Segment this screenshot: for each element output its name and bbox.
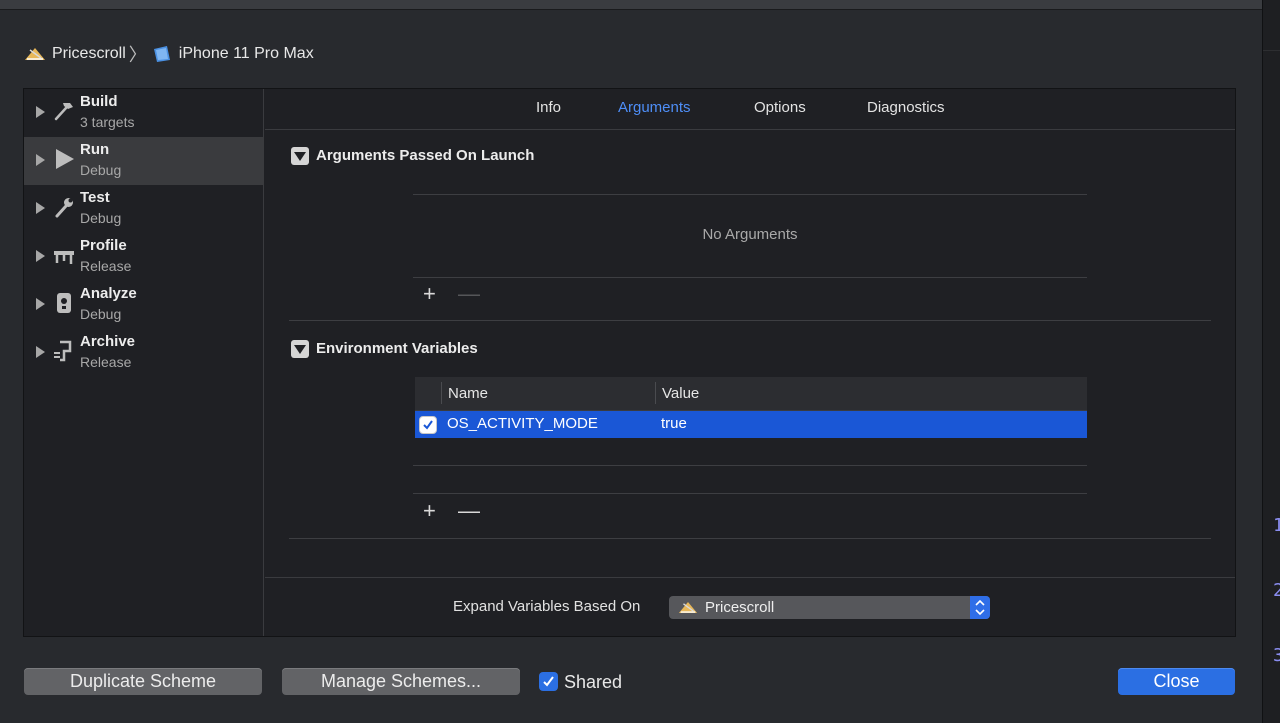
window-top-strip xyxy=(0,0,1262,10)
sidebar-item-title: Build xyxy=(80,93,118,110)
collapse-env-toggle[interactable] xyxy=(291,340,309,358)
line-number: 1 xyxy=(1273,515,1280,536)
env-section-title: Environment Variables xyxy=(316,340,478,357)
expand-variables-popup[interactable]: Pricescroll xyxy=(669,596,990,619)
sidebar-item-subtitle: Release xyxy=(80,354,132,370)
sidebar-item-build[interactable]: Build 3 targets xyxy=(24,89,264,137)
breadcrumb: Pricescroll 〉 iPhone 11 Pro Max xyxy=(24,43,314,65)
sidebar-item-title: Profile xyxy=(80,237,127,254)
divider xyxy=(413,277,1087,278)
wrench-icon xyxy=(55,198,73,218)
line-number: 3 xyxy=(1273,645,1280,666)
manage-schemes-button[interactable]: Manage Schemes... xyxy=(282,668,520,695)
shared-checkbox[interactable] xyxy=(539,672,558,691)
app-icon xyxy=(25,48,45,60)
expand-variables-value: Pricescroll xyxy=(705,599,775,616)
scheme-run-settings: Info Arguments Options Diagnostics Argum… xyxy=(265,89,1235,636)
sidebar-item-title: Analyze xyxy=(80,285,137,302)
sidebar-item-subtitle: Release xyxy=(80,258,132,274)
disclosure-triangle-icon[interactable] xyxy=(36,106,45,118)
archive-icon xyxy=(54,340,72,362)
chevron-right-icon: 〉 xyxy=(128,45,147,65)
divider xyxy=(289,538,1211,539)
sidebar-item-analyze[interactable]: Analyze Debug xyxy=(24,281,264,329)
instruments-icon xyxy=(54,251,74,264)
arguments-section-title: Arguments Passed On Launch xyxy=(316,147,535,164)
sidebar-item-subtitle: Debug xyxy=(80,162,122,178)
shared-label[interactable]: Shared xyxy=(564,672,622,693)
divider xyxy=(289,320,1211,321)
expand-variables-label: Expand Variables Based On xyxy=(453,598,641,615)
column-header-value[interactable]: Value xyxy=(662,385,699,402)
scheme-editor-panel: Build 3 targets Run Debug Test Debug Pro… xyxy=(23,88,1236,637)
column-header-name[interactable]: Name xyxy=(448,385,488,402)
analyze-icon xyxy=(57,293,71,313)
sidebar-item-profile[interactable]: Profile Release xyxy=(24,233,264,281)
tab-info[interactable]: Info xyxy=(536,99,561,116)
breadcrumb-device[interactable]: iPhone 11 Pro Max xyxy=(179,45,314,63)
table-row[interactable]: OS_ACTIVITY_MODE true xyxy=(415,411,1087,438)
add-env-variable-button[interactable]: + xyxy=(423,500,436,522)
tab-arguments[interactable]: Arguments xyxy=(618,99,691,116)
sidebar-item-title: Archive xyxy=(80,333,136,350)
remove-env-variable-button[interactable]: — xyxy=(458,500,480,522)
sidebar-item-title: Run xyxy=(80,141,110,158)
disclosure-triangle-icon[interactable] xyxy=(36,298,45,310)
popup-stepper-icon[interactable] xyxy=(970,596,990,619)
enable-variable-checkbox[interactable] xyxy=(419,416,437,434)
scheme-actions-sidebar: Build 3 targets Run Debug Test Debug Pro… xyxy=(24,89,264,636)
disclosure-triangle-icon[interactable] xyxy=(36,250,45,262)
background-editor-edge: 1 2 3 xyxy=(1262,0,1280,723)
tab-bar: Info Arguments Options Diagnostics xyxy=(265,89,1235,130)
line-number: 2 xyxy=(1273,580,1280,601)
env-variables-table: Name Value OS_ACTIVITY_MODE true xyxy=(415,377,1087,439)
expand-variables-bar: Expand Variables Based On Pricescroll xyxy=(265,577,1235,636)
divider xyxy=(413,493,1087,494)
close-button[interactable]: Close xyxy=(1118,668,1235,695)
tab-options[interactable]: Options xyxy=(754,99,806,116)
variable-value[interactable]: true xyxy=(661,415,687,432)
sidebar-item-test[interactable]: Test Debug xyxy=(24,185,264,233)
sidebar-item-run[interactable]: Run Debug xyxy=(24,137,264,185)
sidebar-item-archive[interactable]: Archive Release xyxy=(24,329,264,377)
checkmark-icon xyxy=(543,676,554,687)
no-arguments-label: No Arguments xyxy=(702,226,798,243)
disclosure-triangle-icon[interactable] xyxy=(36,202,45,214)
tab-diagnostics[interactable]: Diagnostics xyxy=(867,99,945,116)
collapse-arguments-toggle[interactable] xyxy=(291,147,309,165)
divider xyxy=(413,194,1087,195)
hammer-icon xyxy=(54,103,73,121)
disclosure-triangle-icon[interactable] xyxy=(36,346,45,358)
variable-name[interactable]: OS_ACTIVITY_MODE xyxy=(447,415,598,432)
sidebar-item-subtitle: Debug xyxy=(80,210,122,226)
sidebar-item-subtitle: Debug xyxy=(80,306,122,322)
duplicate-scheme-button[interactable]: Duplicate Scheme xyxy=(24,668,262,695)
add-argument-button[interactable]: + xyxy=(423,283,436,305)
play-icon xyxy=(56,149,74,169)
disclosure-triangle-icon[interactable] xyxy=(36,154,45,166)
remove-argument-button[interactable]: — xyxy=(458,283,480,305)
sidebar-item-title: Test xyxy=(80,189,110,206)
breadcrumb-app[interactable]: Pricescroll xyxy=(52,45,126,63)
iphone-icon xyxy=(153,46,170,62)
app-icon xyxy=(678,602,698,613)
checkmark-icon xyxy=(423,420,433,430)
sidebar-item-subtitle: 3 targets xyxy=(80,114,135,130)
divider xyxy=(413,465,1087,466)
table-header: Name Value xyxy=(415,377,1087,411)
